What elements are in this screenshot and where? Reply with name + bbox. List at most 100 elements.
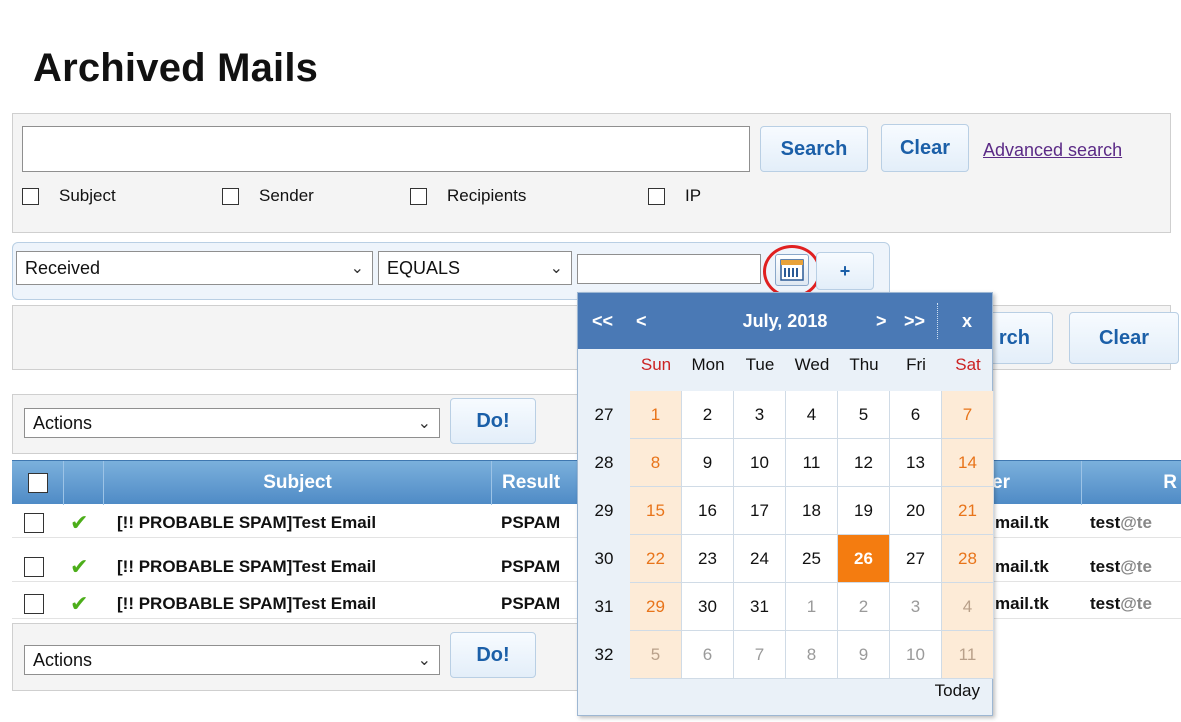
day-of-week-label: Sat <box>955 355 981 374</box>
calendar-day[interactable]: 10 <box>890 631 942 679</box>
select-all-cell[interactable] <box>12 461 64 505</box>
calendar-day[interactable]: 21 <box>942 487 994 535</box>
filter-search-label: rch <box>998 326 1030 349</box>
week-number: 29 <box>594 501 614 520</box>
calendar-day[interactable]: 28 <box>942 535 994 583</box>
operator-select-value: EQUALS <box>387 257 461 278</box>
day-of-week-label: Thu <box>849 355 879 374</box>
clear-button[interactable]: Clear <box>881 124 969 172</box>
calendar-day[interactable]: 23 <box>682 535 734 583</box>
calendar-day[interactable]: 18 <box>786 487 838 535</box>
chevron-down-icon: ⌄ <box>350 260 364 277</box>
close-button[interactable]: x <box>962 311 972 332</box>
calendar-day[interactable]: 12 <box>838 439 890 487</box>
calendar-day[interactable]: 1 <box>786 583 838 631</box>
advanced-search-link[interactable]: Advanced search <box>983 140 1122 161</box>
subject-checkbox-row[interactable]: Subject <box>22 186 116 206</box>
row-checkbox[interactable] <box>24 594 44 614</box>
calendar-day[interactable]: 20 <box>890 487 942 535</box>
check-icon: ✔ <box>70 591 89 616</box>
calendar-popup: << < July, 2018 > >> x Sun Mon Tue Wed Thu Fr… <box>577 292 994 716</box>
day-of-week-label: Fri <box>906 355 926 374</box>
calendar-day[interactable]: 16 <box>682 487 734 535</box>
row-subject: [!! PROBABLE SPAM]Test Email <box>117 513 377 532</box>
calendar-day[interactable]: 10 <box>734 439 786 487</box>
recipient-column-header[interactable]: R <box>1082 461 1181 505</box>
calendar-day[interactable]: 30 <box>682 583 734 631</box>
calendar-day[interactable]: 4 <box>942 583 994 631</box>
sender-checkbox-label: Sender <box>259 186 314 205</box>
next-month-button[interactable]: > <box>876 311 887 332</box>
operator-select[interactable]: EQUALS ⌄ <box>378 251 572 285</box>
calendar-header: << < July, 2018 > >> x <box>578 293 992 349</box>
search-button[interactable]: Search <box>760 126 868 172</box>
row-recipient-bold: test <box>1090 557 1121 576</box>
sender-column-header[interactable]: er <box>992 461 1082 505</box>
bottom-actions-select[interactable]: Actions ⌄ <box>24 645 440 675</box>
calendar-day[interactable]: 3 <box>734 391 786 439</box>
next-year-button[interactable]: >> <box>904 311 925 332</box>
calendar-day[interactable]: 15 <box>630 487 682 535</box>
ip-checkbox[interactable] <box>648 187 665 205</box>
date-input[interactable] <box>577 254 761 284</box>
row-result: PSPAM <box>501 557 561 576</box>
calendar-day[interactable]: 7 <box>734 631 786 679</box>
select-all-checkbox[interactable] <box>27 473 48 493</box>
calendar-day[interactable]: 27 <box>890 535 942 583</box>
subject-column-header[interactable]: Subject <box>104 461 492 505</box>
calendar-day[interactable]: 11 <box>942 631 994 679</box>
today-button[interactable]: Today <box>935 681 980 701</box>
calendar-day[interactable]: 9 <box>838 631 890 679</box>
chevron-down-icon: ⌄ <box>417 415 431 432</box>
ip-checkbox-row[interactable]: IP <box>648 186 701 206</box>
calendar-day[interactable]: 13 <box>890 439 942 487</box>
top-actions-value: Actions <box>33 412 93 433</box>
add-filter-button[interactable]: + <box>816 252 874 290</box>
bottom-do-button[interactable]: Do! <box>450 632 536 678</box>
calendar-day[interactable]: 26 <box>838 535 890 583</box>
calendar-day[interactable]: 22 <box>630 535 682 583</box>
row-result: PSPAM <box>501 594 561 613</box>
calendar-day[interactable]: 2 <box>682 391 734 439</box>
row-recipient-bold: test <box>1090 594 1121 613</box>
calendar-day[interactable]: 25 <box>786 535 838 583</box>
recipients-checkbox[interactable] <box>410 187 427 205</box>
result-column-header[interactable]: Result <box>492 461 582 505</box>
filter-clear-button[interactable]: Clear <box>1069 312 1179 364</box>
sender-checkbox-row[interactable]: Sender <box>222 186 314 206</box>
top-do-button[interactable]: Do! <box>450 398 536 444</box>
calendar-day[interactable]: 19 <box>838 487 890 535</box>
calendar-day[interactable]: 8 <box>630 439 682 487</box>
calendar-day[interactable]: 6 <box>890 391 942 439</box>
calendar-day[interactable]: 31 <box>734 583 786 631</box>
calendar-day[interactable]: 8 <box>786 631 838 679</box>
calendar-day[interactable]: 9 <box>682 439 734 487</box>
calendar-day[interactable]: 24 <box>734 535 786 583</box>
field-select[interactable]: Received ⌄ <box>16 251 373 285</box>
day-of-week-label: Wed <box>794 355 830 374</box>
calendar-day[interactable]: 5 <box>838 391 890 439</box>
calendar-day[interactable]: 5 <box>630 631 682 679</box>
calendar-day[interactable]: 17 <box>734 487 786 535</box>
calendar-day[interactable]: 11 <box>786 439 838 487</box>
sender-checkbox[interactable] <box>222 187 239 205</box>
subject-checkbox[interactable] <box>22 187 39 205</box>
calendar-day[interactable]: 1 <box>630 391 682 439</box>
top-actions-select[interactable]: Actions ⌄ <box>24 408 440 438</box>
ip-checkbox-label: IP <box>685 186 702 205</box>
row-checkbox[interactable] <box>24 513 44 533</box>
calendar-day[interactable]: 7 <box>942 391 994 439</box>
week-number: 32 <box>594 645 614 664</box>
recipients-checkbox-row[interactable]: Recipients <box>410 186 526 206</box>
week-number: 28 <box>594 453 614 472</box>
calendar-day[interactable]: 6 <box>682 631 734 679</box>
row-checkbox[interactable] <box>24 557 44 577</box>
calendar-day[interactable]: 2 <box>838 583 890 631</box>
row-recipient-bold: test <box>1090 513 1121 532</box>
calendar-day[interactable]: 14 <box>942 439 994 487</box>
search-input[interactable] <box>22 126 750 172</box>
calendar-day[interactable]: 29 <box>630 583 682 631</box>
subject-checkbox-label: Subject <box>59 186 116 205</box>
calendar-day[interactable]: 3 <box>890 583 942 631</box>
calendar-day[interactable]: 4 <box>786 391 838 439</box>
